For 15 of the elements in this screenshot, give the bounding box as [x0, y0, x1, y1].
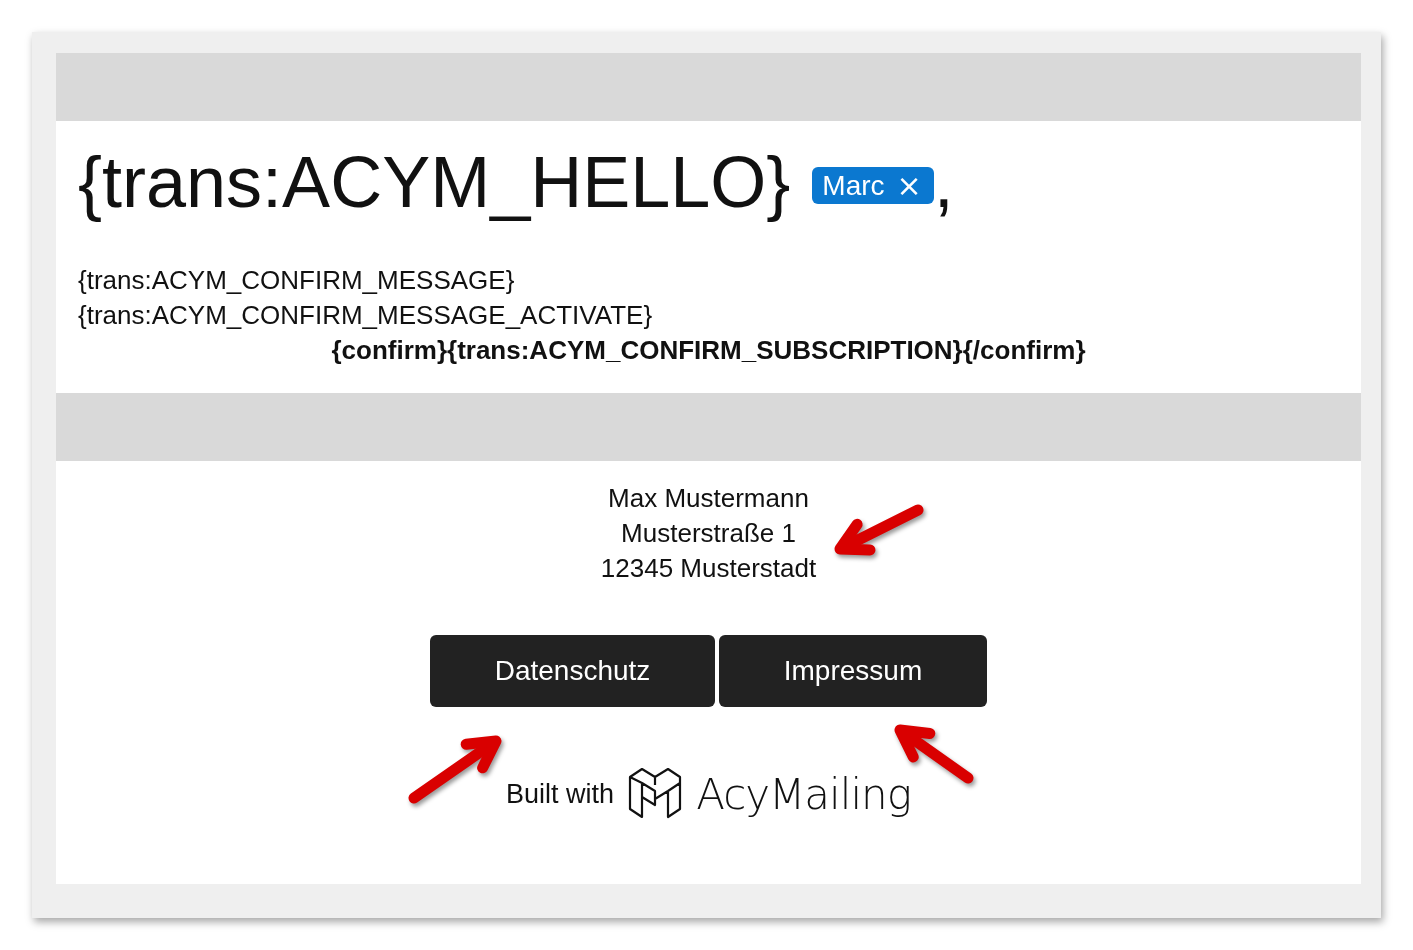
remove-button[interactable]: × — [896, 170, 922, 201]
address-line: 12345 Musterstadt — [600, 552, 817, 585]
greeting-text: {trans:ACYM_HELLO} — [78, 142, 791, 222]
message-text: {trans:ACYM_CONFIRM_MESSAGE_ACTIVATE} — [78, 299, 654, 332]
logo-icon — [628, 767, 683, 821]
footer-button[interactable]: Datenschutz — [430, 635, 715, 707]
tag-label: Marc — [822, 169, 885, 203]
message-text: {trans:ACYM_CONFIRM_MESSAGE} — [78, 264, 516, 297]
address-line: Musterstraße 1 — [620, 517, 797, 550]
brand-name: AcyMailing — [696, 769, 911, 819]
footer-button[interactable]: Impressum — [719, 635, 987, 707]
built-with-text: Built with — [506, 778, 615, 810]
comma-text: , — [933, 142, 954, 222]
confirm-link[interactable]: {confirm}{trans:ACYM_CONFIRM_SUBSCRIPTION}{/confirm} — [331, 335, 1086, 365]
address-line: Max Mustermann — [607, 482, 810, 515]
